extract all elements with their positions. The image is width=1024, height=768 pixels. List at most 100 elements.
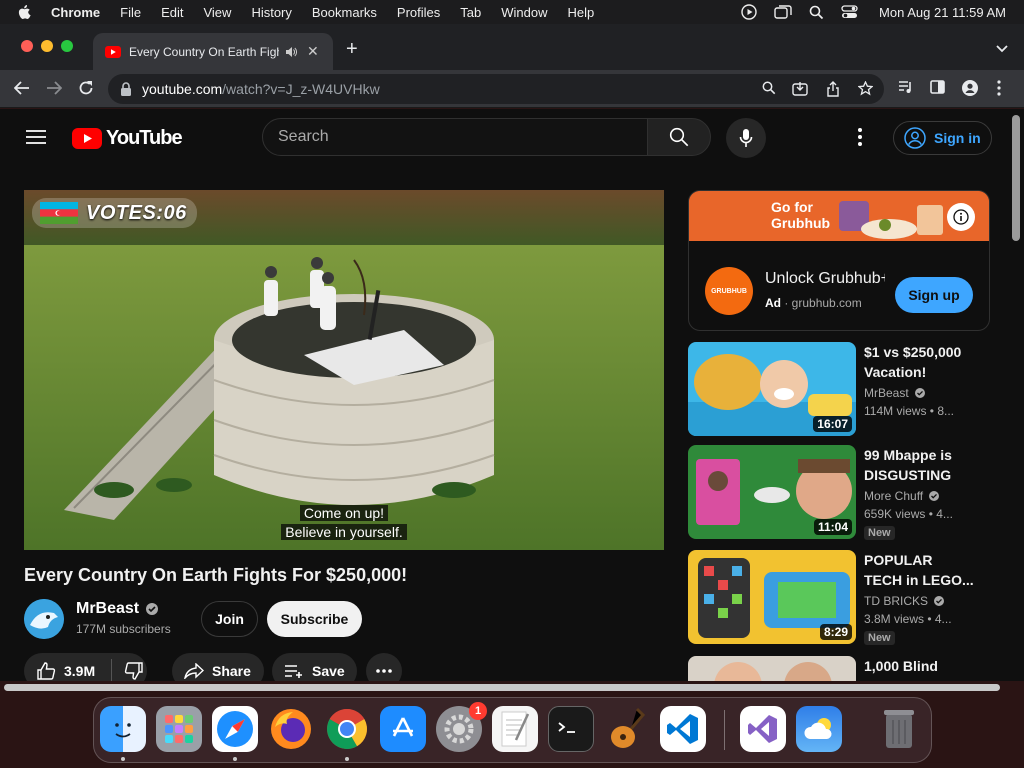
recommendation-channel[interactable]: TD BRICKS (864, 594, 928, 608)
menu-tab[interactable]: Tab (460, 5, 481, 20)
recommendation-item[interactable]: 11:04 99 Mbappe is DISGUSTING More Chuff … (688, 445, 990, 540)
dock-weather[interactable] (796, 706, 842, 752)
ad-info-button[interactable] (947, 203, 975, 231)
menu-view[interactable]: View (203, 5, 231, 20)
recommendation-thumbnail[interactable] (688, 656, 856, 681)
more-actions-button[interactable] (366, 653, 402, 681)
speaker-icon[interactable] (285, 46, 297, 58)
recommendation-thumbnail[interactable]: 8:29 (688, 550, 856, 644)
ad-title[interactable]: Unlock Grubhub+ (765, 270, 885, 288)
recommendation-thumbnail[interactable]: 11:04 (688, 445, 856, 539)
menu-clock[interactable]: Mon Aug 21 11:59 AM (879, 5, 1006, 20)
tab-close-icon[interactable]: ✕ (307, 43, 319, 60)
dock-app-store[interactable] (380, 706, 426, 752)
media-control-icon[interactable] (898, 80, 914, 94)
apple-icon[interactable] (17, 4, 35, 20)
menu-history[interactable]: History (251, 5, 291, 20)
video-player[interactable]: VOTES:06 Come on up! Believe in yourself… (24, 190, 664, 550)
sign-in-button[interactable]: Sign in (893, 121, 992, 155)
dock-finder[interactable] (100, 706, 146, 752)
recommendation-thumbnail[interactable]: 16:07 (688, 342, 856, 436)
like-count[interactable]: 3.9M (64, 663, 95, 679)
menu-app-name[interactable]: Chrome (51, 5, 100, 20)
dock-trash[interactable] (876, 706, 922, 752)
lock-icon[interactable] (120, 82, 132, 96)
hamburger-menu-icon[interactable] (26, 129, 46, 150)
dock-safari[interactable] (212, 706, 258, 752)
dock-garageband[interactable] (604, 706, 650, 752)
install-app-icon[interactable] (792, 81, 808, 96)
search-button[interactable] (647, 118, 711, 156)
dock-separator (724, 710, 725, 750)
recommendation-item[interactable]: 1,000 Blind (688, 656, 990, 681)
menu-edit[interactable]: Edit (161, 5, 183, 20)
play-circle-icon[interactable] (741, 4, 757, 20)
dock-vscode[interactable] (660, 706, 706, 752)
save-button[interactable]: Save (272, 653, 357, 681)
profile-avatar-icon[interactable] (962, 80, 978, 96)
voice-search-button[interactable] (726, 118, 766, 158)
channel-avatar[interactable] (24, 599, 64, 639)
youtube-logo[interactable]: YouTube (72, 127, 183, 150)
ad-card[interactable]: Go for Grubhub GRUBHUB Unlock Grubhub+ A… (688, 190, 990, 331)
dock-firefox[interactable] (268, 706, 314, 752)
menu-window[interactable]: Window (501, 5, 547, 20)
menu-help[interactable]: Help (568, 5, 595, 20)
screen-mirroring-icon[interactable] (774, 5, 792, 19)
back-arrow-icon[interactable] (14, 80, 30, 96)
recommendation-channel[interactable]: MrBeast (864, 386, 909, 400)
dislike-icon[interactable] (124, 661, 144, 681)
dock-visual-studio[interactable] (740, 706, 786, 752)
recommendation-title[interactable]: 1,000 Blind (864, 656, 984, 676)
forward-arrow-icon[interactable] (46, 80, 62, 96)
share-button[interactable]: Share (172, 653, 264, 681)
dock-chrome[interactable] (324, 706, 370, 752)
like-icon[interactable] (36, 661, 56, 681)
dock-launchpad[interactable] (156, 706, 202, 752)
new-badge: New (864, 526, 895, 540)
join-button[interactable]: Join (201, 601, 258, 637)
trash-icon (884, 710, 914, 748)
menu-profiles[interactable]: Profiles (397, 5, 440, 20)
settings-more-icon[interactable] (858, 128, 862, 151)
tab-search-chevron-icon[interactable] (996, 40, 1008, 58)
dock-textedit[interactable] (492, 706, 538, 752)
bookmark-star-icon[interactable] (858, 81, 873, 96)
chrome-menu-icon[interactable] (997, 80, 1001, 96)
zoom-search-icon[interactable] (762, 81, 776, 95)
recommendation-title[interactable]: 99 Mbappe is DISGUSTING (864, 445, 984, 485)
spotlight-search-icon[interactable] (809, 5, 824, 20)
app-store-icon (392, 717, 414, 737)
recommendation-item[interactable]: 16:07 $1 vs $250,000 Vacation! MrBeast 11… (688, 342, 990, 436)
channel-name[interactable]: MrBeast (76, 600, 139, 618)
recommendation-item[interactable]: 8:29 POPULAR TECH in LEGO... TD BRICKS 3.… (688, 550, 990, 645)
channel-name-row[interactable]: MrBeast (76, 600, 159, 618)
weather-cloud-icon (804, 718, 832, 739)
control-center-icon[interactable] (841, 5, 858, 19)
new-tab-button[interactable]: + (346, 38, 358, 61)
browser-tab-active[interactable]: Every Country On Earth Fights For $250,0… (93, 33, 333, 70)
side-panel-icon[interactable] (930, 80, 945, 94)
menu-file[interactable]: File (120, 5, 141, 20)
window-minimize-button[interactable] (41, 40, 53, 52)
recommendation-channel[interactable]: More Chuff (864, 489, 923, 503)
dock-terminal[interactable] (548, 706, 594, 752)
search-input[interactable]: Search (262, 118, 648, 156)
reload-icon[interactable] (78, 80, 94, 96)
window-zoom-button[interactable] (61, 40, 73, 52)
window-close-button[interactable] (21, 40, 33, 52)
page-horizontal-scrollbar[interactable] (4, 684, 1000, 691)
ad-signup-button[interactable]: Sign up (895, 277, 973, 313)
share-icon[interactable] (826, 81, 840, 97)
recommendation-title[interactable]: $1 vs $250,000 Vacation! (864, 342, 984, 382)
grubhub-logo[interactable]: GRUBHUB (705, 267, 753, 315)
subscribe-button[interactable]: Subscribe (267, 601, 362, 637)
menu-bookmarks[interactable]: Bookmarks (312, 5, 377, 20)
guitar-icon (611, 707, 646, 748)
ad-banner[interactable]: Go for Grubhub (689, 191, 989, 241)
address-bar[interactable]: youtube.com/watch?v=J_z-W4UVHkw (108, 74, 884, 104)
page-vertical-scrollbar[interactable] (1012, 115, 1020, 241)
launchpad-grid-icon (165, 715, 193, 743)
recommendation-title[interactable]: POPULAR TECH in LEGO... (864, 550, 984, 590)
ad-banner-line-2: Grubhub (771, 215, 831, 231)
